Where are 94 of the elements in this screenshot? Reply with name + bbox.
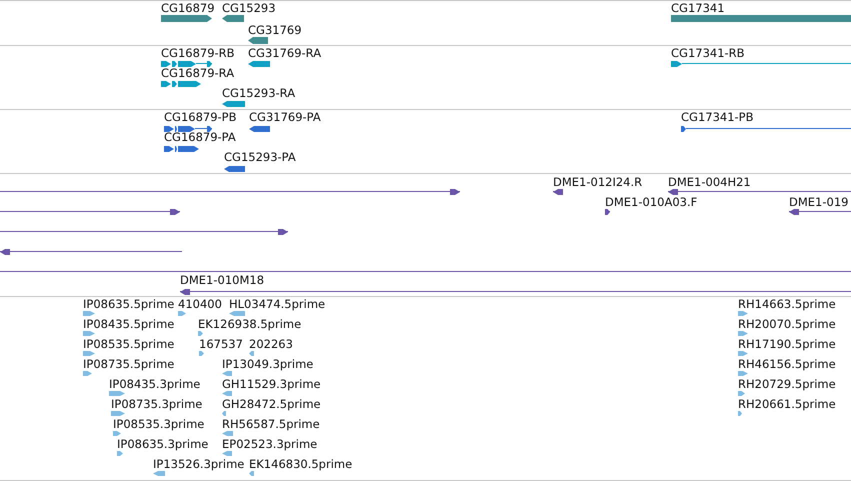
gene-glyph[interactable] (248, 37, 268, 45)
est-glyph[interactable] (738, 330, 748, 338)
est-glyph[interactable] (222, 370, 232, 378)
est-glyph[interactable] (249, 350, 254, 358)
transcript-glyph[interactable] (161, 60, 212, 68)
transcript-glyph[interactable] (224, 165, 245, 173)
feature-label: IP13526.3prime (153, 458, 244, 471)
feature-label: RH20661.5prime (738, 398, 836, 411)
feature-label: DME1-019 (789, 196, 848, 209)
gene-glyph[interactable] (161, 15, 212, 23)
est-glyph[interactable] (153, 470, 165, 478)
est-glyph[interactable] (178, 310, 186, 318)
feature-label: CG16879-PB (164, 111, 236, 124)
est-glyph[interactable] (111, 410, 125, 418)
feature-label: CG31769 (248, 24, 302, 37)
feature-label: IP13049.3prime (222, 358, 314, 371)
feature-label: CG15293-PA (224, 151, 296, 164)
feature-label: EP02523.3prime (222, 438, 318, 451)
est-glyph[interactable] (738, 410, 742, 418)
est-glyph[interactable] (83, 310, 95, 318)
feature-label: CG15293-RA (222, 87, 296, 100)
transcript-glyph[interactable] (164, 145, 199, 153)
feature-label: EK146830.5prime (249, 458, 352, 471)
feature-label: DME1-010M18 (180, 274, 264, 287)
feature-label: IP08435.5prime (83, 318, 174, 331)
feature-label: CG15293 (222, 2, 276, 15)
feature-label: RH20070.5prime (738, 318, 836, 331)
est-glyph[interactable] (249, 470, 254, 478)
feature-label: IP08735.5prime (83, 358, 174, 371)
feature-label: IP08635.5prime (83, 298, 174, 311)
clone-glyph[interactable] (789, 208, 851, 216)
est-glyph[interactable] (198, 330, 203, 338)
feature-label: RH56587.5prime (222, 418, 320, 431)
est-glyph[interactable] (199, 350, 204, 358)
gene-glyph[interactable] (222, 15, 244, 23)
feature-label: DME1-004H21 (668, 176, 751, 189)
feature-label: CG17341 (671, 2, 725, 15)
est-glyph[interactable] (83, 350, 95, 358)
est-glyph[interactable] (738, 390, 745, 398)
feature-label: IP08635.3prime (117, 438, 208, 451)
feature-label: IP08535.5prime (83, 338, 174, 351)
clone-glyph[interactable] (668, 188, 851, 196)
feature-label: GH11529.3prime (222, 378, 321, 391)
feature-label: 202263 (249, 338, 293, 351)
feature-label: IP08735.3prime (111, 398, 202, 411)
gene-glyph[interactable] (671, 15, 851, 23)
est-glyph[interactable] (222, 410, 226, 418)
feature-label: CG16879-PA (164, 131, 236, 144)
feature-label: CG16879-RA (161, 67, 234, 80)
clone-glyph[interactable] (0, 208, 180, 216)
feature-label: IP08535.3prime (113, 418, 204, 431)
est-glyph[interactable] (83, 370, 92, 378)
feature-label: CG31769-PA (249, 111, 321, 124)
est-glyph[interactable] (222, 430, 233, 438)
est-glyph[interactable] (83, 330, 95, 338)
clone-glyph[interactable] (0, 228, 288, 236)
est-glyph[interactable] (738, 310, 748, 318)
feature-label: RH14663.5prime (738, 298, 836, 311)
feature-label: CG31769-RA (248, 47, 322, 60)
feature-label: DME1-010A03.F (605, 196, 698, 209)
clone-glyph[interactable] (553, 188, 563, 196)
feature-label: RH17190.5prime (738, 338, 836, 351)
feature-label: DME1-012I24.R (553, 176, 642, 189)
feature-label: EK126938.5prime (198, 318, 302, 331)
clone-glyph[interactable] (0, 188, 460, 196)
feature-label: CG17341-RB (671, 47, 745, 60)
est-glyph[interactable] (738, 350, 748, 358)
transcript-glyph[interactable] (671, 60, 851, 68)
est-glyph[interactable] (738, 370, 748, 378)
feature-label: IP08435.3prime (109, 378, 200, 391)
transcript-glyph[interactable] (248, 60, 270, 68)
feature-label: HL03474.5prime (229, 298, 326, 311)
est-glyph[interactable] (117, 450, 123, 458)
est-glyph[interactable] (229, 310, 245, 318)
feature-label: CG17341-PB (681, 111, 754, 124)
est-glyph[interactable] (113, 430, 121, 438)
transcript-glyph[interactable] (164, 125, 212, 133)
clone-glyph[interactable] (180, 288, 851, 296)
transcript-glyph[interactable] (681, 125, 851, 133)
feature-label: RH20729.5prime (738, 378, 836, 391)
transcript-glyph[interactable] (249, 125, 270, 133)
feature-label: GH28472.5prime (222, 398, 321, 411)
transcript-glyph[interactable] (222, 100, 245, 108)
transcript-glyph[interactable] (161, 80, 201, 88)
feature-label: CG16879 (161, 2, 215, 15)
feature-label: CG16879-RB (161, 47, 235, 60)
feature-label: RH46156.5prime (738, 358, 836, 371)
feature-label: 167537 (199, 338, 243, 351)
est-glyph[interactable] (222, 390, 232, 398)
clone-glyph[interactable] (0, 248, 182, 256)
est-glyph[interactable] (109, 390, 125, 398)
est-glyph[interactable] (222, 450, 232, 458)
feature-label: 410400 (178, 298, 222, 311)
clone-glyph[interactable] (605, 208, 610, 216)
